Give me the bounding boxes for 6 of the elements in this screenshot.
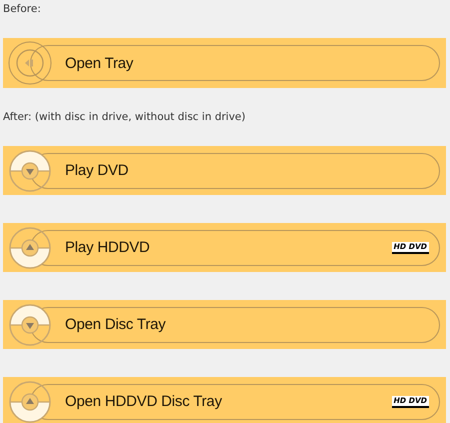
section-heading: After: (with disc in drive, without disc in drive) [3, 110, 246, 124]
eject-icon [8, 41, 52, 85]
disc-action-button[interactable]: Open Tray [3, 38, 446, 88]
section-heading: Before: [3, 2, 42, 16]
disc-action-button[interactable]: Play DVD [3, 146, 446, 195]
disc-action-button[interactable]: Open Disc Tray [3, 300, 446, 349]
